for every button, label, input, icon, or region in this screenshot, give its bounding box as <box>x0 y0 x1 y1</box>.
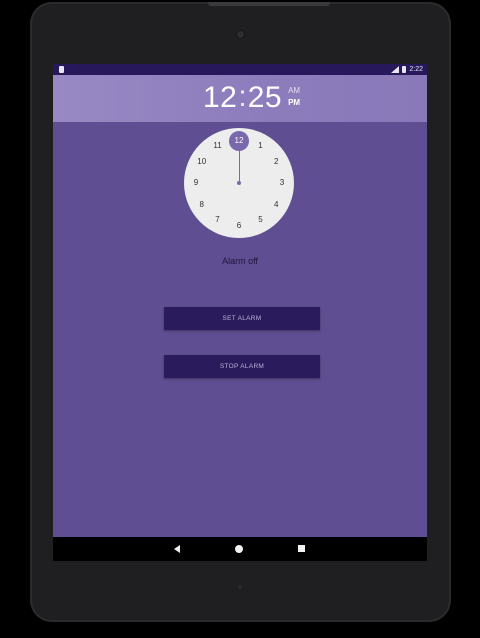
clock-number-8[interactable]: 8 <box>195 199 209 211</box>
status-bar: 2:22 <box>53 64 427 75</box>
app-screen: 2:22 12 : 25 AM PM 12 1 2 3 4 5 6 7 8 9 10 11 Alar… <box>53 64 427 561</box>
time-header: 12 : 25 AM PM <box>53 75 427 122</box>
am-label[interactable]: AM <box>288 85 300 97</box>
screenshot-stage: 2:22 12 : 25 AM PM 12 1 2 3 4 5 6 7 8 9 10 11 Alar… <box>0 0 480 638</box>
pm-label[interactable]: PM <box>288 97 300 109</box>
clock-number-5[interactable]: 5 <box>254 214 268 226</box>
speaker-grille <box>208 2 330 6</box>
time-display: 12 : 25 AM PM <box>203 81 300 115</box>
clock-center <box>237 181 241 185</box>
hour-value[interactable]: 12 <box>203 81 237 115</box>
clock-number-3[interactable]: 3 <box>275 177 289 189</box>
battery-icon <box>402 66 407 73</box>
signal-icon <box>391 66 400 73</box>
sd-card-icon <box>59 66 64 73</box>
recents-icon[interactable] <box>298 545 305 552</box>
clock-number-6[interactable]: 6 <box>232 220 246 232</box>
am-pm-toggle: AM PM <box>288 85 300 109</box>
clock-number-2[interactable]: 2 <box>269 156 283 168</box>
status-time: 2:22 <box>409 66 423 73</box>
clock-number-9[interactable]: 9 <box>189 177 203 189</box>
alarm-status-text: Alarm off <box>222 256 258 266</box>
clock-number-7[interactable]: 7 <box>211 214 225 226</box>
clock-number-4[interactable]: 4 <box>269 199 283 211</box>
clock-number-11[interactable]: 11 <box>211 140 225 152</box>
front-camera <box>237 31 244 38</box>
minute-value[interactable]: 25 <box>248 81 282 115</box>
clock-number-1[interactable]: 1 <box>254 140 268 152</box>
sensor-dot <box>238 585 242 589</box>
navigation-bar <box>53 537 427 561</box>
home-icon[interactable] <box>235 545 243 553</box>
status-right: 2:22 <box>391 65 423 74</box>
clock-dial[interactable]: 12 1 2 3 4 5 6 7 8 9 10 11 <box>184 128 294 238</box>
stop-alarm-button[interactable]: STOP ALARM <box>164 355 320 378</box>
clock-selected-hour[interactable]: 12 <box>229 131 249 151</box>
set-alarm-button[interactable]: SET ALARM <box>164 307 320 330</box>
back-icon[interactable] <box>174 545 180 553</box>
time-separator: : <box>238 80 247 113</box>
clock-number-10[interactable]: 10 <box>195 156 209 168</box>
